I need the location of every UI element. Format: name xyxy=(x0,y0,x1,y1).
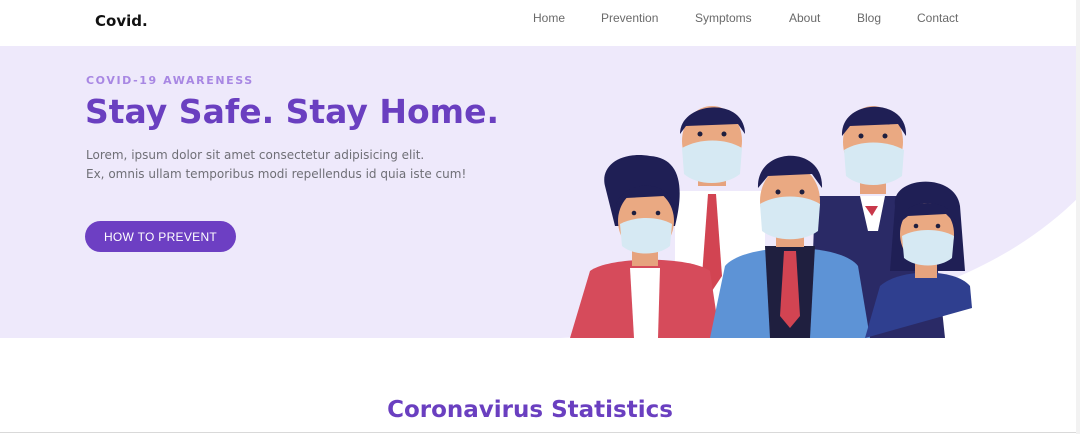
nav-link-contact[interactable]: Contact xyxy=(917,11,958,25)
how-to-prevent-button[interactable]: HOW TO PREVENT xyxy=(85,221,236,252)
nav-link-prevention[interactable]: Prevention xyxy=(601,11,658,25)
nav-link-home[interactable]: Home xyxy=(533,11,565,25)
masked-people-illustration xyxy=(570,106,972,338)
hero-title: Stay Safe. Stay Home. xyxy=(85,92,499,131)
section-divider xyxy=(0,432,1080,433)
hero-description: Lorem, ipsum dolor sit amet consectetur … xyxy=(86,146,466,184)
top-navbar: Covid. Home Prevention Symptoms About Bl… xyxy=(0,0,1080,46)
nav-link-blog[interactable]: Blog xyxy=(857,11,881,25)
hero-description-line: Ex, omnis ullam temporibus modi repellen… xyxy=(86,167,467,181)
scrollbar-track[interactable] xyxy=(1076,0,1080,434)
hero-description-line: Lorem, ipsum dolor sit amet consectetur … xyxy=(86,148,425,162)
nav-link-about[interactable]: About xyxy=(789,11,820,25)
site-logo[interactable]: Covid. xyxy=(95,12,148,30)
hero-eyebrow: COVID-19 AWARENESS xyxy=(86,74,254,87)
statistics-section-title: Coronavirus Statistics xyxy=(387,397,673,423)
nav-link-symptoms[interactable]: Symptoms xyxy=(695,11,752,25)
